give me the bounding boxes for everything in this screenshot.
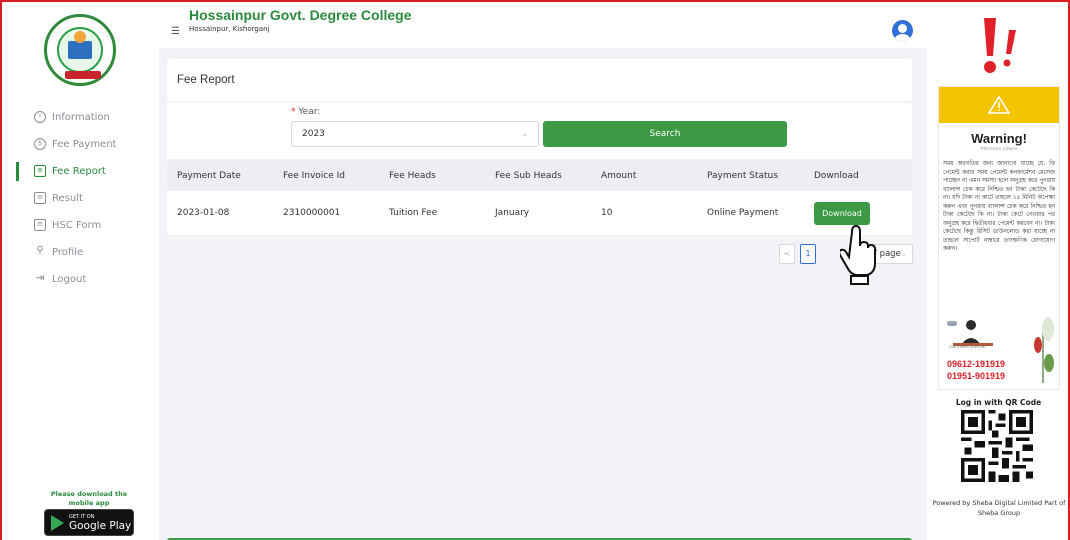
- report-icon: ≡: [34, 165, 46, 177]
- google-play-big-text: Google Play: [69, 519, 132, 532]
- powered-by: Powered by Sheba Digital Limited Part of…: [932, 499, 1066, 517]
- app-promo-text: Please download the mobile app: [50, 490, 128, 507]
- sidebar-item-label: Profile: [52, 247, 84, 258]
- warning-card: Warning! Attention please সময় অবগতির জন…: [938, 86, 1060, 390]
- document-icon: ≡: [34, 192, 46, 204]
- download-button[interactable]: Download: [814, 201, 870, 225]
- chevron-down-icon: ⌄: [521, 129, 528, 138]
- year-select[interactable]: 2023 ⌄: [291, 121, 539, 147]
- info-icon: i: [34, 111, 46, 123]
- chevron-down-icon: ⌄: [900, 249, 907, 258]
- sub-head-cell: January: [495, 208, 530, 218]
- column-header: Payment Date: [177, 171, 241, 181]
- google-play-button[interactable]: GET IT ON Google Play: [44, 509, 134, 536]
- exclamation-icon: [927, 14, 1068, 80]
- warning-banner: [939, 87, 1059, 123]
- sidebar-item-label: Information: [52, 112, 110, 123]
- sidebar-item-information[interactable]: i Information: [4, 104, 159, 131]
- table-header: Payment Date Fee Invoice Id Fee Heads Fe…: [167, 161, 912, 191]
- sidebar-item-result[interactable]: ≡ Result: [4, 185, 159, 212]
- column-header: Fee Invoice Id: [283, 171, 346, 181]
- sidebar-item-label: HSC Form: [52, 220, 102, 231]
- qr-title: Log in with QR Code: [955, 398, 1042, 407]
- page-number-button[interactable]: 1: [800, 244, 816, 264]
- sidebar-item-label: Result: [52, 193, 83, 204]
- page-title-card: Fee Report: [167, 59, 912, 101]
- college-location: Hossainpur, Kishorganj: [189, 25, 270, 33]
- invoice-id-cell: 2310000001: [283, 208, 341, 218]
- fee-report-table: Payment Date Fee Invoice Id Fee Heads Fe…: [167, 161, 912, 235]
- user-icon: ⚲: [36, 245, 44, 256]
- fee-head-cell: Tuition Fee: [389, 208, 438, 218]
- download-cell: Download: [804, 201, 912, 225]
- amount-cell: 10: [601, 208, 613, 218]
- sidebar-item-logout[interactable]: ⇥ Logout: [4, 266, 159, 293]
- app-frame: i Information $ Fee Payment ≡ Fee Report…: [0, 0, 1070, 540]
- year-label-text: Year:: [298, 107, 321, 117]
- info-panel: Warning! Attention please সময় অবগতির জন…: [927, 4, 1068, 540]
- dollar-icon: $: [34, 138, 46, 150]
- user-avatar-icon[interactable]: [892, 20, 913, 41]
- support-label: CUSTOMER SUPPORT: [949, 345, 986, 349]
- sidebar-item-label: Fee Report: [52, 166, 106, 177]
- logo-ribbon: [65, 71, 101, 79]
- support-agent-icon: [947, 320, 993, 346]
- logo-emblem: [57, 27, 103, 73]
- column-header: Fee Heads: [389, 171, 436, 181]
- warning-triangle-icon: [987, 95, 1011, 114]
- hand-pointer-icon: [840, 224, 876, 285]
- column-header: Amount: [601, 171, 637, 181]
- google-play-icon: [51, 514, 64, 531]
- pagination: < 1: [779, 244, 821, 264]
- year-label: * Year:: [291, 107, 320, 117]
- qr-code-icon[interactable]: [961, 410, 1033, 482]
- prev-page-button[interactable]: <: [779, 244, 795, 264]
- main-content: ☰ Hossainpur Govt. Degree College Hossai…: [159, 4, 927, 540]
- sidebar: i Information $ Fee Payment ≡ Fee Report…: [4, 4, 159, 540]
- top-bar: ☰ Hossainpur Govt. Degree College Hossai…: [159, 4, 927, 48]
- college-name: Hossainpur Govt. Degree College: [189, 7, 412, 23]
- filter-card: * Year: 2023 ⌄ Search: [167, 103, 912, 159]
- page-size-label: / page: [874, 249, 901, 259]
- payment-date-cell: 2023-01-08: [177, 208, 230, 218]
- sidebar-item-profile[interactable]: ⚲ Profile: [4, 239, 159, 266]
- sidebar-item-hsc-form[interactable]: ≡ HSC Form: [4, 212, 159, 239]
- table-row: 2023-01-08 2310000001 Tuition Fee Januar…: [167, 191, 912, 235]
- sidebar-menu: i Information $ Fee Payment ≡ Fee Report…: [4, 104, 159, 293]
- warning-title: Warning!: [971, 131, 1027, 146]
- year-select-value: 2023: [302, 129, 325, 139]
- search-button[interactable]: Search: [543, 121, 787, 147]
- sidebar-item-label: Logout: [52, 274, 87, 285]
- status-cell: Online Payment: [707, 208, 779, 218]
- sidebar-item-fee-report[interactable]: ≡ Fee Report: [4, 158, 159, 185]
- column-header: Download: [814, 171, 859, 181]
- column-header: Payment Status: [707, 171, 778, 181]
- college-logo: [44, 14, 116, 86]
- column-header: Fee Sub Heads: [495, 171, 562, 181]
- sidebar-item-label: Fee Payment: [52, 139, 117, 150]
- logout-icon: ⇥: [35, 271, 45, 284]
- sidebar-item-fee-payment[interactable]: $ Fee Payment: [4, 131, 159, 158]
- form-icon: ≡: [34, 219, 46, 231]
- plant-icon: [1034, 317, 1054, 383]
- support-phone-2: 01951-901919: [947, 371, 1006, 381]
- page-title: Fee Report: [177, 74, 235, 86]
- support-phone-1: 09612-191919: [947, 359, 1006, 369]
- warning-body: সময় অবগতির জন্য জানানো যাচ্ছে যে, ফি পে…: [943, 161, 1055, 252]
- customer-support: CUSTOMER SUPPORT 09612-191919 01951-9019…: [945, 315, 1057, 385]
- menu-toggle-icon[interactable]: ☰: [171, 26, 180, 37]
